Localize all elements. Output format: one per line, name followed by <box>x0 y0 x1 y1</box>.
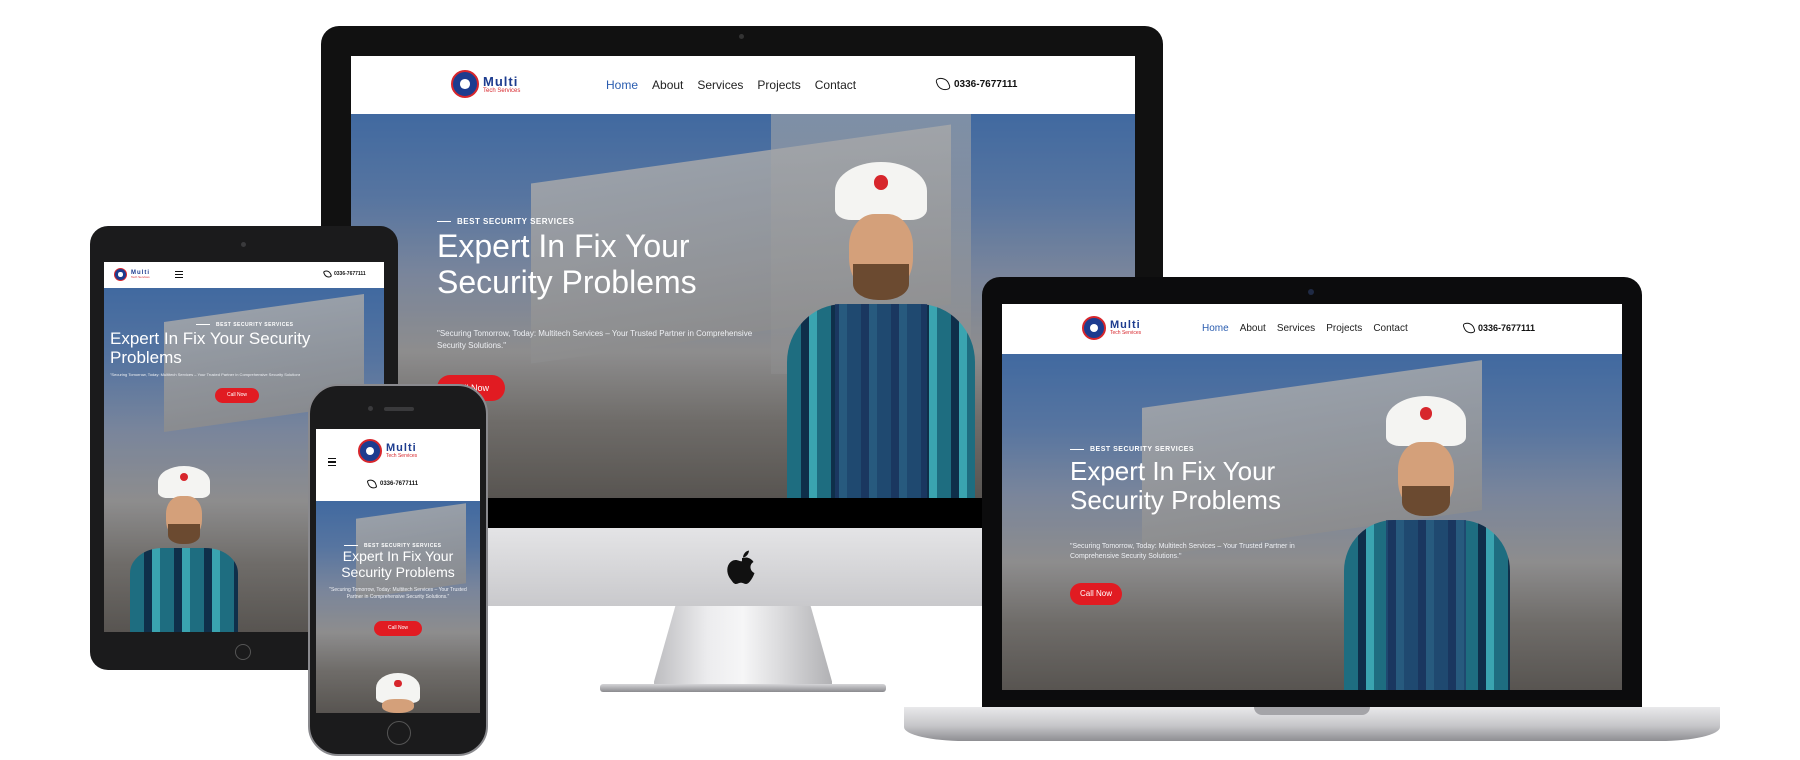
phone-icon <box>934 75 952 93</box>
laptop-camera <box>1308 289 1314 295</box>
nav-services[interactable]: Services <box>1277 323 1315 334</box>
site-logo[interactable]: Multi Tech Services <box>1082 316 1141 340</box>
laptop-device: Multi Tech Services Home About Services … <box>982 277 1642 707</box>
call-now-button[interactable]: Call Now <box>374 621 422 636</box>
phone-icon <box>1462 320 1476 336</box>
nav-services[interactable]: Services <box>697 78 743 92</box>
hero-subtext: "Securing Tomorrow, Today: Multitech Ser… <box>110 372 300 377</box>
laptop-screen: Multi Tech Services Home About Services … <box>1002 304 1622 690</box>
nav-home[interactable]: Home <box>606 78 638 92</box>
tablet-home-button[interactable] <box>235 644 251 660</box>
hamburger-menu-icon[interactable] <box>175 271 183 278</box>
laptop-notch <box>1254 707 1370 715</box>
main-nav: Home About Services Projects Contact <box>1202 323 1408 334</box>
logo-mark-icon <box>358 439 382 463</box>
site-header: Multi Tech Services 0336-7677111 <box>316 429 480 502</box>
logo-title: Multi <box>483 73 519 89</box>
call-now-button[interactable]: Call Now <box>1070 583 1122 605</box>
hero-section: BEST SECURITY SERVICES Expert In Fix You… <box>316 501 480 713</box>
hero-headline: Expert In Fix Your Security Problems <box>110 329 311 368</box>
phone-screen: Multi Tech Services 0336-7677111 BEST SE… <box>316 429 480 713</box>
header-phone[interactable]: 0336-7677111 <box>1462 320 1536 336</box>
logo-tagline: Tech Services <box>1110 330 1142 336</box>
shirt <box>130 548 238 632</box>
phone-home-button[interactable] <box>387 721 411 745</box>
hero-worker-image <box>366 673 430 713</box>
hero-subtext: "Securing Tomorrow, Today: Multitech Ser… <box>437 329 753 350</box>
logo-tagline: Tech Services <box>483 87 521 94</box>
header-phone[interactable]: 0336-7677111 <box>366 477 419 491</box>
hamburger-menu-icon[interactable] <box>328 458 336 466</box>
header-phone[interactable]: 0336-7677111 <box>322 269 366 279</box>
phone-number: 0336-7677111 <box>380 481 419 487</box>
hero-eyebrow: BEST SECURITY SERVICES <box>1070 446 1194 453</box>
site-header: Multi Tech Services Home About Services … <box>1002 304 1622 355</box>
call-now-button[interactable]: Call Now <box>215 388 259 403</box>
nav-about[interactable]: About <box>652 78 683 92</box>
hero-headline: Expert In Fix Your Security Problems <box>341 548 455 580</box>
nav-projects[interactable]: Projects <box>757 78 800 92</box>
phone-number: 0336-7677111 <box>1478 323 1536 333</box>
site-logo[interactable]: Multi Tech Services <box>451 70 520 98</box>
beard <box>1402 486 1450 516</box>
logo-mark-icon <box>1082 316 1106 340</box>
hero-headline: Expert In Fix Your Security Problems <box>437 228 697 300</box>
hero-headline: Expert In Fix Your Security Problems <box>1070 456 1281 516</box>
hero-worker-image <box>771 154 991 498</box>
header-phone[interactable]: 0336-7677111 <box>934 75 1018 93</box>
imac-stand <box>654 606 832 688</box>
logo-tagline: Tech Services <box>131 275 150 279</box>
logo-mark-icon <box>114 268 127 281</box>
laptop-base <box>904 707 1720 741</box>
site-logo[interactable]: Multi Tech Services <box>358 439 417 463</box>
tablet-camera <box>241 242 246 247</box>
phone-icon <box>366 477 378 491</box>
hero-eyebrow: BEST SECURITY SERVICES <box>437 217 574 226</box>
phone-speaker <box>384 407 414 411</box>
face <box>382 699 414 713</box>
logo-tagline: Tech Services <box>386 453 418 459</box>
hero-subtext: "Securing Tomorrow, Today: Multitech Ser… <box>329 587 467 601</box>
nav-about[interactable]: About <box>1240 323 1266 334</box>
nav-contact[interactable]: Contact <box>1373 323 1407 334</box>
hero-eyebrow: BEST SECURITY SERVICES <box>196 322 294 328</box>
phone-number: 0336-7677111 <box>954 78 1018 90</box>
hero-subtext: "Securing Tomorrow, Today: Multitech Ser… <box>1070 543 1295 561</box>
phone-icon <box>322 269 333 279</box>
phone-number: 0336-7677111 <box>334 271 366 277</box>
helmet <box>835 162 927 220</box>
logo-mark-icon <box>451 70 479 98</box>
apple-logo-icon <box>726 548 758 584</box>
imac-camera <box>739 34 744 39</box>
helmet <box>1386 396 1466 446</box>
beard <box>853 264 909 300</box>
site-header: Multi Tech Services 0336-7677111 <box>104 262 384 289</box>
overall-straps <box>1386 520 1466 690</box>
nav-contact[interactable]: Contact <box>815 78 856 92</box>
main-nav: Home About Services Projects Contact <box>606 78 856 92</box>
hero-worker-image <box>1332 390 1522 690</box>
site-header: Multi Tech Services Home About Services … <box>351 56 1135 115</box>
phone-device: Multi Tech Services 0336-7677111 BEST SE… <box>308 384 488 756</box>
hero-worker-image <box>122 462 246 632</box>
nav-projects[interactable]: Projects <box>1326 323 1362 334</box>
overall-straps <box>835 304 927 498</box>
imac-stand-foot <box>600 684 886 692</box>
helmet <box>158 466 210 498</box>
phone-camera <box>368 406 373 411</box>
site-logo[interactable]: Multi Tech Services <box>114 268 150 281</box>
hero-section: BEST SECURITY SERVICES Expert In Fix You… <box>1002 354 1622 690</box>
beard <box>168 524 200 544</box>
nav-home[interactable]: Home <box>1202 323 1229 334</box>
